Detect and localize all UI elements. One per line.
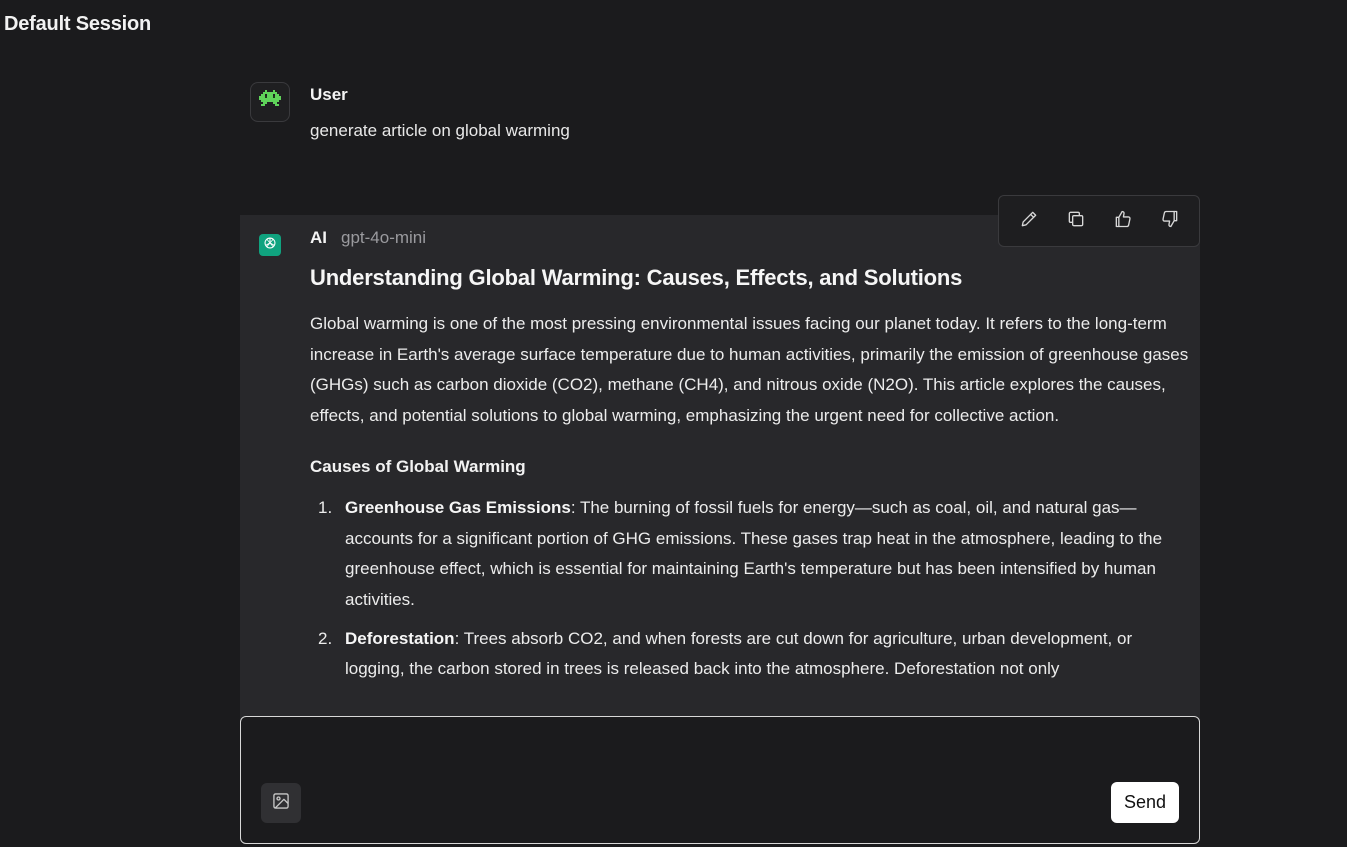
pencil-icon [1019,209,1039,234]
list-item: 1. Greenhouse Gas Emissions: The burning … [310,493,1190,616]
alien-invader-icon [259,89,281,115]
ai-message-body: Understanding Global Warming: Causes, Ef… [310,263,1190,693]
list-item-text: : Trees absorb CO2, and when forests are… [345,628,1133,679]
dislike-button[interactable] [1152,203,1188,239]
message-input[interactable] [253,727,1183,777]
list-item-term: Greenhouse Gas Emissions [345,497,571,517]
causes-list: 1. Greenhouse Gas Emissions: The burning … [310,493,1190,685]
list-item-term: Deforestation [345,628,455,648]
article-title: Understanding Global Warming: Causes, Ef… [310,265,963,290]
user-message-text: generate article on global warming [310,121,570,140]
like-button[interactable] [1105,203,1141,239]
edit-button[interactable] [1011,203,1047,239]
ai-message: AI gpt-4o-mini Understanding Global Warm… [240,215,1200,725]
session-title: Default Session [4,13,152,35]
user-avatar [250,82,290,122]
article-intro: Global warming is one of the most pressi… [310,314,1189,426]
thumbs-up-icon [1113,209,1133,234]
message-actions-toolbar [998,195,1200,247]
copy-icon [1066,209,1086,234]
image-icon [271,791,291,816]
list-item: 2. Deforestation: Trees absorb CO2, and w… [310,624,1190,685]
message-composer: Send [240,716,1200,844]
attach-image-button[interactable] [261,783,301,823]
list-item-number: 1. [318,497,333,517]
send-button[interactable]: Send [1111,782,1179,823]
user-author-name: User [310,85,348,104]
thumbs-down-icon [1160,209,1180,234]
list-item-number: 2. [318,628,333,648]
ai-author-name: AI [310,228,327,247]
copy-button[interactable] [1058,203,1094,239]
openai-logo-icon [263,236,277,255]
section-heading: Causes of Global Warming [310,456,526,476]
ai-model-label: gpt-4o-mini [341,228,427,247]
ai-avatar [259,234,281,256]
